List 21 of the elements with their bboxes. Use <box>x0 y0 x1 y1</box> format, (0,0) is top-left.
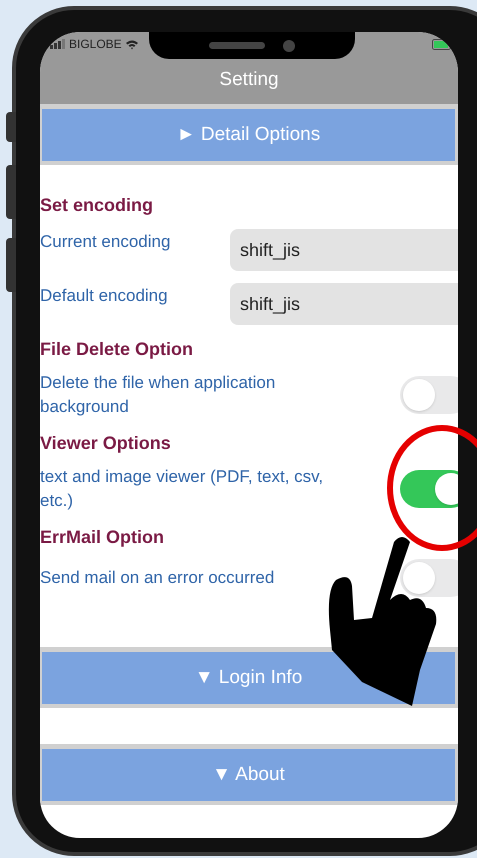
toggle-switch[interactable] <box>400 470 458 508</box>
section-header-button[interactable]: ▼ About <box>42 749 455 801</box>
screen-title: Setting <box>219 68 279 92</box>
section-header-button[interactable]: ► Detail Options <box>42 109 455 161</box>
input-field[interactable]: shift_jis <box>230 229 458 271</box>
battery-icon <box>432 38 452 50</box>
carrier-name: BIGLOBE <box>69 36 122 53</box>
group-heading: Viewer Options <box>40 432 172 455</box>
field-label: Current encoding <box>40 231 170 253</box>
option-label: Delete the file when application background <box>40 372 276 418</box>
option-label: text and image viewer (PDF, text, csv, etc.) <box>40 466 324 512</box>
field-label: Default encoding <box>40 285 168 307</box>
signal-icon <box>50 39 66 49</box>
group-heading: File Delete Option <box>40 338 194 361</box>
group-heading: Set encoding <box>40 194 154 217</box>
toggle-switch[interactable] <box>400 559 458 597</box>
group-heading: ErrMail Option <box>40 526 166 549</box>
wifi-icon <box>124 38 139 50</box>
toggle-switch[interactable] <box>400 376 458 414</box>
option-label: Send mail on an error occurred <box>40 567 276 589</box>
input-field[interactable]: shift_jis <box>230 283 458 325</box>
